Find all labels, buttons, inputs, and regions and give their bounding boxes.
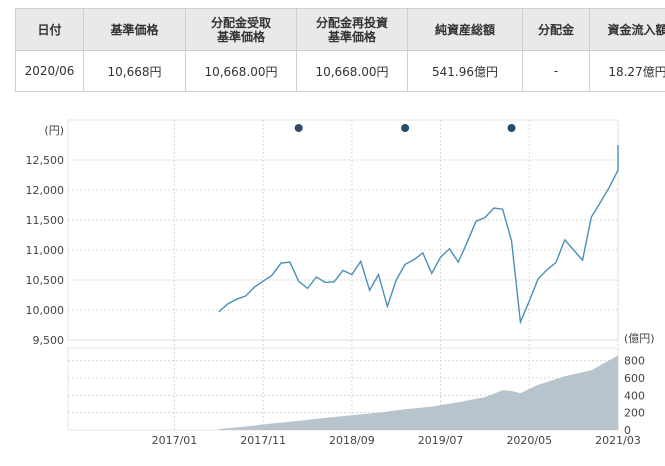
x-tick-label: 2020/05 <box>506 434 552 447</box>
value-nav: 10,668円 <box>83 50 186 92</box>
header-dividend: 分配金 <box>522 8 590 51</box>
header-nav: 基準価格 <box>83 8 186 51</box>
y-tick-label: 10,500 <box>26 274 65 287</box>
summary-value-row: 2020/06 10,668円 10,668.00円 10,668.00円 54… <box>15 50 665 92</box>
y-tick-label: 11,000 <box>26 244 65 257</box>
right-y-tick-label: 200 <box>624 407 645 420</box>
x-tick-label: 2017/11 <box>240 434 286 447</box>
header-net-assets: 純資産総額 <box>407 8 523 51</box>
right-y-axis-unit: (億円) <box>624 332 655 345</box>
y-tick-label: 12,000 <box>26 184 65 197</box>
right-y-tick-label: 600 <box>624 372 645 385</box>
net-assets-area <box>218 355 618 430</box>
value-nav-reinvest: 10,668.00円 <box>296 50 408 92</box>
x-tick-label: 2017/01 <box>152 434 198 447</box>
value-dividend: - <box>522 50 590 92</box>
nav-line <box>218 145 619 325</box>
value-date: 2020/06 <box>15 50 84 92</box>
chart-grid <box>67 119 619 431</box>
y-tick-label: 10,000 <box>26 304 65 317</box>
dividend-marker <box>401 124 410 132</box>
value-nav-payout: 10,668.00円 <box>185 50 297 92</box>
y-tick-label: 11,500 <box>26 214 65 227</box>
value-inflow: 18.27億円 <box>589 50 665 92</box>
y-axis-unit: (円) <box>44 124 64 137</box>
y-tick-label: 9,500 <box>33 334 65 347</box>
fund-chart: 9,500 10,000 10,500 11,000 11,500 12,000 12,50… <box>26 119 655 447</box>
nav-line-layer <box>218 145 619 325</box>
dividend-marker <box>294 124 303 132</box>
header-nav-reinvest: 分配金再投資 基準価格 <box>296 8 408 51</box>
right-y-tick-label: 0 <box>624 424 631 437</box>
value-net-assets: 541.96億円 <box>407 50 523 92</box>
x-tick-label: 2018/09 <box>329 434 375 447</box>
x-tick-label: 2021/03 <box>595 434 641 447</box>
summary-header-row: 日付 基準価格 分配金受取 基準価格 分配金再投資 基準価格 純資産総額 分配金 資… <box>15 8 665 51</box>
dividend-marker-layer <box>294 124 516 132</box>
x-tick-label: 2019/07 <box>418 434 464 447</box>
header-nav-payout: 分配金受取 基準価格 <box>185 8 297 51</box>
header-date: 日付 <box>15 8 84 51</box>
y-tick-label: 12,500 <box>26 154 65 167</box>
right-y-tick-label: 400 <box>624 389 645 402</box>
net-assets-area-layer <box>218 355 618 430</box>
header-inflow: 資金流入額 <box>589 8 665 51</box>
main-plot-frame <box>67 119 619 341</box>
fund-summary-table: 日付 基準価格 分配金受取 基準価格 分配金再投資 基準価格 純資産総額 分配金 資… <box>15 8 665 92</box>
right-y-tick-label: 800 <box>624 355 645 368</box>
dividend-marker <box>507 124 516 132</box>
